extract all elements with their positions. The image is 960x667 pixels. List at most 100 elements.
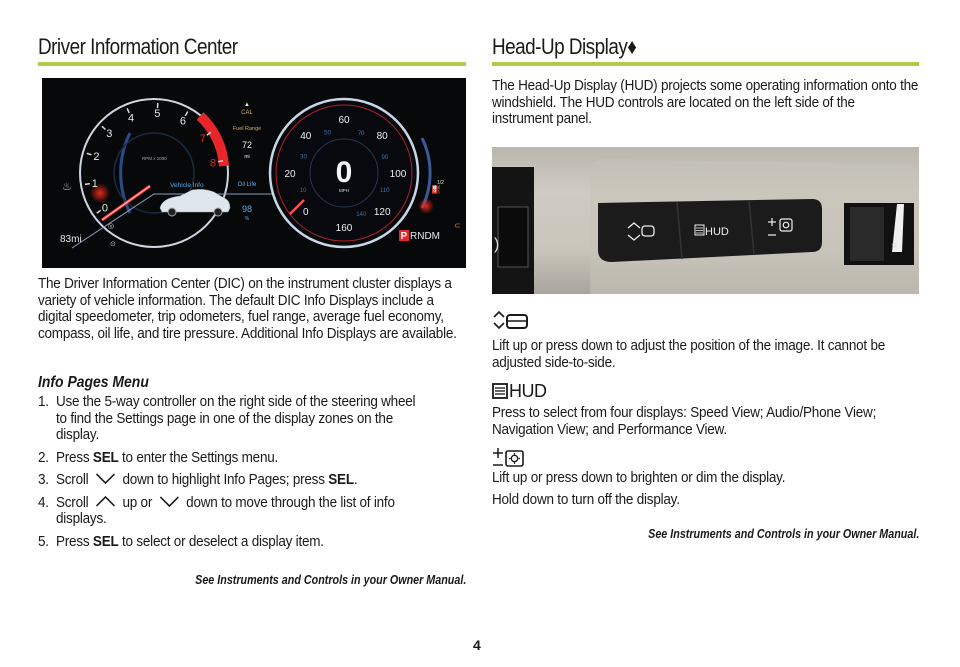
sel-keyword: SEL: [328, 471, 354, 488]
hud-view-description: Press to select from four displays: Spee…: [492, 404, 877, 438]
fuel-range-value: 72: [242, 140, 252, 150]
chevron-up-icon: [95, 495, 115, 507]
left-control: [497, 206, 529, 268]
page-number: 4: [473, 637, 481, 653]
digital-speed: 0: [336, 156, 353, 189]
owner-manual-reference: See Instruments and Controls in your Own…: [194, 573, 466, 587]
step-item: 5. Press SEL to select or deselect a dis…: [38, 532, 423, 551]
speed-minor-label: 10: [300, 188, 307, 194]
hud-button-label: HUD: [705, 226, 729, 238]
fuel-range-label: Fuel Range: [233, 126, 261, 132]
step-text: Use the 5-way controller on the right si…: [56, 393, 416, 443]
speed-label: 40: [300, 131, 312, 142]
trip-icon: ⊙: [110, 241, 116, 248]
hud-controls-graphic: ) HUD ☼: [492, 159, 919, 294]
vehicle-info-label: Vehicle Info: [170, 182, 204, 189]
owner-manual-reference: See Instruments and Controls in your Own…: [647, 527, 919, 541]
hud-position-icon: [493, 310, 528, 330]
speed-label: 60: [338, 115, 350, 126]
speed-label: 100: [390, 169, 407, 180]
tach-label: 0: [102, 202, 108, 214]
speed-minor-label: 30: [300, 154, 307, 160]
step-item: 2. Press SEL to enter the Settings menu.: [38, 448, 423, 467]
coolant-icon: ♨: [62, 181, 72, 193]
tach-label: 1: [92, 178, 98, 190]
cluster-graphic: ♨ 01234 5678 RPM x 1000 Vehicle Info ◎ ⊙ …: [60, 97, 461, 249]
gear-indicator: RNDM: [410, 231, 440, 242]
cruise-icon: ◎: [108, 223, 114, 230]
step-text-part: to select or deselect a display item.: [118, 532, 324, 550]
hud-brightness-description: Lift up or press down to brighten or dim…: [492, 469, 786, 486]
hud-icon-label: HUD: [509, 380, 547, 401]
hud-off-description: Hold down to turn off the display.: [492, 491, 680, 508]
tach-tick: [217, 160, 224, 163]
step-item: 4. Scroll up or down to move through the…: [38, 493, 423, 528]
dimmer-light-icon: ☼: [890, 239, 898, 249]
tach-label: 7: [200, 133, 206, 145]
step-number: 1.: [38, 393, 49, 410]
speed-label: 120: [374, 207, 391, 218]
hud-position-description: Lift up or press down to adjust the posi…: [492, 337, 886, 371]
step-text-part: Press: [56, 532, 93, 550]
step-text: Scroll down to highlight Info Pages; pre…: [56, 471, 423, 489]
speed-label: 0: [303, 207, 309, 218]
tach-label: 6: [180, 115, 186, 127]
speed-label: 80: [377, 131, 389, 142]
hud-brightness-icon: [493, 448, 524, 467]
fuel-glow: [418, 198, 434, 214]
oil-life-value: 98: [242, 204, 252, 214]
step-text: Press SEL to select or deselect a displa…: [56, 532, 423, 551]
step-item: 1. Use the 5-way controller on the right…: [38, 393, 423, 444]
tach-tick: [84, 182, 90, 186]
step-text-part: up or: [118, 493, 156, 511]
tach-label: 8: [210, 158, 216, 170]
hud-controls-photo: ) HUD ☼: [492, 147, 919, 294]
speed-minor-label: 140: [356, 212, 367, 218]
fuel-gauge-arc: [420, 137, 432, 209]
speed-minor-label: 110: [380, 188, 390, 194]
step-text-part: .: [353, 471, 358, 488]
chevron-down-icon: [159, 495, 179, 507]
tach-label: 3: [106, 128, 112, 140]
cal-label: CAL: [241, 110, 253, 116]
instrument-cluster-image: ♨ 012345678 RPM x 1000 Vehicle Info ◎ ⊙ …: [42, 78, 466, 268]
tach-label: 2: [93, 151, 99, 163]
oil-life-label: Oil Life: [238, 182, 257, 188]
fuel-pump-icon: ⛽: [431, 184, 441, 194]
speed-label: 160: [336, 223, 353, 234]
fuel-range-unit: mi: [244, 154, 249, 160]
speed-minor-label: 70: [358, 131, 365, 137]
cal-arrow-icon: ▲: [244, 102, 250, 108]
speed-label: 20: [284, 169, 296, 180]
warning-indicator-icon: ⊂: [454, 221, 461, 230]
hud-list-icon: [492, 383, 508, 399]
step-number: 3.: [38, 471, 49, 488]
step-text-part: to enter the Settings menu.: [118, 448, 279, 466]
speed-minor-label: 90: [381, 155, 388, 161]
sel-keyword: SEL: [92, 532, 119, 550]
tach-label: 5: [154, 108, 160, 120]
step-number: 4.: [38, 493, 49, 511]
step-text-part: Scroll: [56, 493, 92, 511]
info-pages-heading: Info Pages Menu: [38, 374, 149, 391]
hud-view-icon: HUD: [492, 380, 547, 402]
step-number: 5.: [38, 532, 49, 550]
speed-unit: MPH: [339, 188, 349, 193]
dimmer-wheel: [850, 207, 884, 261]
tach-tick: [96, 209, 102, 214]
speed-minor-label: 50: [324, 131, 331, 137]
step-item: 3. Scroll down to highlight Info Pages; …: [38, 471, 423, 489]
tach-tick: [101, 125, 106, 131]
step-text-part: down to highlight Info Pages; press: [118, 471, 329, 488]
tach-label: 4: [128, 113, 134, 125]
step-text-part: Scroll: [56, 471, 92, 488]
odometer-readout: 83mi: [60, 234, 82, 245]
section-title-hud: Head-Up Display♦: [492, 34, 637, 59]
info-pages-steps: 1. Use the 5-way controller on the right…: [38, 393, 423, 556]
title-rule: [38, 62, 466, 66]
tach-caption: RPM x 1000: [142, 156, 167, 161]
step-text: Scroll up or down to move through the li…: [56, 493, 423, 528]
step-number: 2.: [38, 448, 49, 466]
gear-selected: P: [401, 231, 408, 242]
oil-life-unit: %: [245, 216, 250, 222]
